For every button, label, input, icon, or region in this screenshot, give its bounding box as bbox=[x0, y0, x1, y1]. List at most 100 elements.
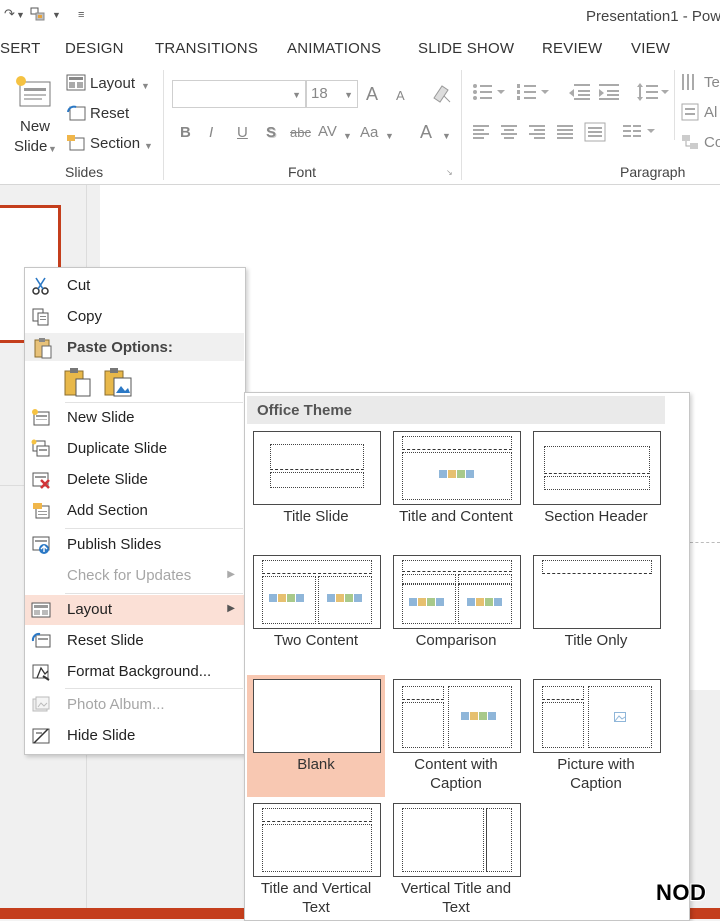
chevron-down-icon: ▼ bbox=[344, 90, 353, 100]
layout-section-header[interactable]: Section Header bbox=[527, 427, 665, 549]
tab-insert[interactable]: SERT bbox=[0, 40, 41, 57]
layout-label: Vertical Title and Text bbox=[400, 880, 512, 916]
layout-label: Section Header bbox=[544, 508, 648, 525]
gallery-header: Office Theme bbox=[247, 396, 665, 424]
menu-label: Copy bbox=[67, 308, 103, 325]
align-text-icon[interactable] bbox=[680, 102, 700, 127]
layout-button[interactable]: Layout ▼ bbox=[66, 72, 156, 96]
menu-item-delete-slide[interactable]: Delete Slide bbox=[25, 465, 245, 495]
group-separator bbox=[163, 70, 164, 180]
layout-comparison[interactable]: Comparison bbox=[387, 551, 525, 673]
paste-keep-formatting-icon[interactable] bbox=[63, 366, 93, 398]
align-right-icon[interactable] bbox=[528, 124, 548, 145]
layout-label: Title Only bbox=[564, 632, 628, 649]
dialog-launcher-icon[interactable]: ↘ bbox=[446, 168, 453, 177]
menu-label: Cut bbox=[67, 277, 91, 294]
menu-label: New Slide bbox=[67, 409, 135, 426]
align-text-label[interactable]: Al bbox=[704, 104, 717, 121]
text-direction-label[interactable]: Te bbox=[704, 74, 720, 91]
change-case-button[interactable]: Aa bbox=[360, 124, 378, 141]
italic-button[interactable]: I bbox=[209, 124, 213, 141]
strikethrough-button[interactable]: abc bbox=[290, 125, 311, 140]
format-background-icon bbox=[31, 662, 51, 682]
bullets-icon[interactable] bbox=[472, 82, 506, 107]
convert-smartart-icon[interactable] bbox=[680, 132, 700, 157]
content-placeholder-icon bbox=[467, 598, 502, 606]
watermark: NOD bbox=[656, 880, 707, 905]
shadow-button[interactable]: S bbox=[266, 124, 276, 141]
start-from-beginning-icon[interactable] bbox=[30, 6, 46, 25]
gallery-header-label: Office Theme bbox=[257, 402, 353, 419]
line-spacing-icon[interactable] bbox=[636, 82, 670, 107]
layout-vertical-title-and-text[interactable]: Vertical Title and Text bbox=[387, 799, 525, 921]
new-slide-label-1: New bbox=[20, 118, 51, 135]
align-center-icon[interactable] bbox=[500, 124, 520, 145]
layout-thumbnail bbox=[253, 431, 381, 505]
convert-smartart-label[interactable]: Co bbox=[704, 134, 720, 151]
qat-dropdown-icon[interactable]: ▼ bbox=[52, 10, 61, 20]
tab-review[interactable]: REVIEW bbox=[542, 40, 602, 57]
menu-item-cut[interactable]: Cut bbox=[25, 271, 245, 301]
tab-transitions[interactable]: TRANSITIONS bbox=[155, 40, 258, 57]
new-slide-icon bbox=[31, 408, 51, 428]
qat-dropdown-icon[interactable]: ▼ bbox=[16, 10, 25, 20]
ribbon: New Slide ▼ Layout ▼ Reset Section ▼ Sli… bbox=[0, 64, 720, 185]
menu-item-copy[interactable]: Copy bbox=[25, 302, 245, 332]
layout-thumbnail bbox=[253, 803, 381, 877]
layout-title-slide[interactable]: Title Slide bbox=[247, 427, 385, 549]
duplicate-slide-icon bbox=[31, 439, 51, 459]
menu-separator bbox=[65, 528, 243, 529]
menu-item-hide-slide[interactable]: Hide Slide bbox=[25, 721, 245, 751]
layout-title-and-content[interactable]: Title and Content bbox=[387, 427, 525, 549]
underline-button[interactable]: U bbox=[237, 124, 248, 141]
menu-item-reset-slide[interactable]: Reset Slide bbox=[25, 626, 245, 656]
menu-item-new-slide[interactable]: New Slide bbox=[25, 403, 245, 433]
redo-icon[interactable]: ↷ bbox=[4, 6, 15, 22]
layout-title-only[interactable]: Title Only bbox=[527, 551, 665, 673]
layout-two-content[interactable]: Two Content bbox=[247, 551, 385, 673]
group-separator bbox=[461, 70, 462, 180]
layout-picture-with-caption[interactable]: Picture with Caption bbox=[527, 675, 665, 797]
character-spacing-button[interactable]: AV bbox=[318, 123, 337, 140]
menu-item-format-background[interactable]: Format Background... bbox=[25, 657, 245, 687]
new-slide-button[interactable]: New Slide ▼ bbox=[8, 70, 60, 160]
font-color-button[interactable]: A bbox=[420, 122, 432, 143]
distributed-icon[interactable] bbox=[584, 122, 606, 147]
columns-icon[interactable] bbox=[622, 124, 656, 145]
hide-slide-icon bbox=[31, 726, 51, 746]
tab-view[interactable]: VIEW bbox=[631, 40, 670, 57]
layout-title-and-vertical-text[interactable]: Title and Vertical Text bbox=[247, 799, 385, 921]
new-slide-label-2: Slide bbox=[14, 138, 48, 155]
paste-as-picture-icon[interactable] bbox=[103, 366, 133, 398]
tab-animations[interactable]: ANIMATIONS bbox=[287, 40, 381, 57]
font-name-combobox[interactable]: ▼ bbox=[172, 80, 306, 108]
section-button[interactable]: Section ▼ bbox=[66, 132, 156, 156]
numbering-icon[interactable] bbox=[516, 82, 550, 107]
layout-thumbnail bbox=[253, 555, 381, 629]
font-size-combobox[interactable]: 18 ▼ bbox=[306, 80, 358, 108]
increase-indent-icon[interactable] bbox=[597, 82, 621, 107]
layout-icon bbox=[31, 600, 51, 620]
justify-icon[interactable] bbox=[556, 124, 576, 145]
text-direction-icon[interactable] bbox=[680, 72, 700, 97]
tab-design[interactable]: DESIGN bbox=[65, 40, 124, 57]
customize-qat-icon[interactable]: ≡ bbox=[78, 9, 84, 21]
menu-item-add-section[interactable]: Add Section bbox=[25, 496, 245, 526]
layout-label: Layout bbox=[90, 75, 136, 92]
tab-slide-show[interactable]: SLIDE SHOW bbox=[418, 40, 514, 57]
menu-item-layout[interactable]: Layout ▶ bbox=[25, 595, 245, 625]
reset-button[interactable]: Reset bbox=[66, 102, 146, 126]
menu-item-duplicate-slide[interactable]: Duplicate Slide bbox=[25, 434, 245, 464]
grow-font-button[interactable]: A bbox=[366, 84, 378, 105]
paragraph-group-label: Paragraph bbox=[620, 164, 686, 180]
content-placeholder-icon bbox=[439, 470, 474, 478]
clear-formatting-icon[interactable] bbox=[430, 82, 452, 109]
decrease-indent-icon[interactable] bbox=[568, 82, 592, 107]
align-left-icon[interactable] bbox=[472, 124, 492, 145]
bold-button[interactable]: B bbox=[180, 124, 191, 141]
shrink-font-button[interactable]: A bbox=[396, 88, 405, 103]
menu-item-publish-slides[interactable]: Publish Slides bbox=[25, 530, 245, 560]
layout-blank[interactable]: Blank bbox=[247, 675, 385, 797]
layout-content-with-caption[interactable]: Content with Caption bbox=[387, 675, 525, 797]
menu-item-check-for-updates: Check for Updates ▶ bbox=[25, 561, 245, 591]
